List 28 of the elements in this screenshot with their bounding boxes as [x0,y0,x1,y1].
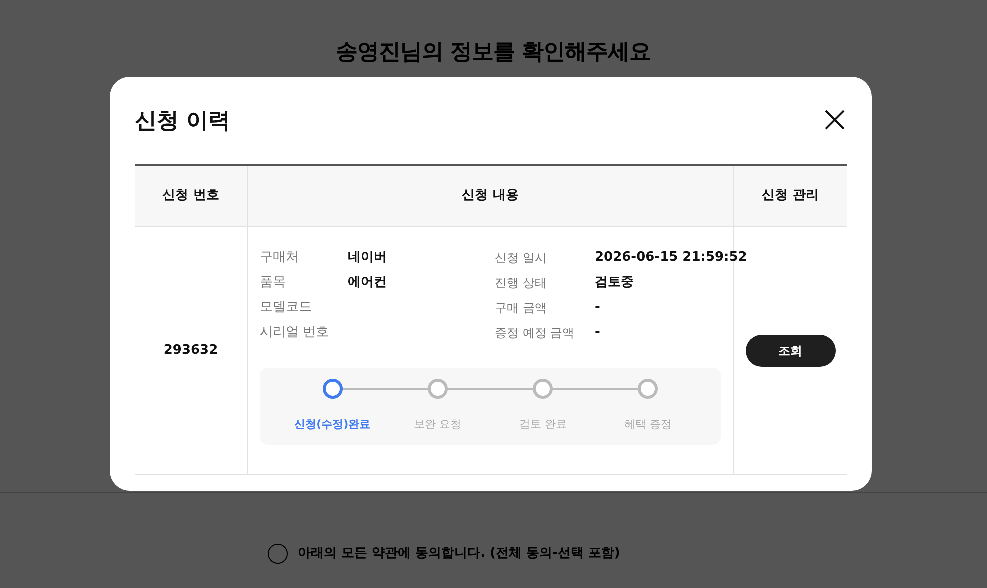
field-label: 시리얼 번호 [260,324,330,342]
step-label: 보완 요청 [414,417,462,433]
checkbox[interactable] [268,544,288,564]
column-header: 신청 내용 [462,187,519,206]
close-icon[interactable] [825,110,845,130]
modal-title: 신청 이력 [135,108,231,136]
view-button[interactable]: 조회 [746,334,836,366]
step-label: 검토 완료 [519,417,567,433]
field-label: 구매처 [260,249,300,268]
step-label: 신청(수정)완료 [294,417,371,433]
field-label: 신청 일시 [495,250,548,267]
field-value: 네이버 [348,249,387,268]
field-label: 진행 상태 [495,275,548,292]
field-label: 모델코드 [260,299,313,318]
field-value: 에어컨 [348,274,387,292]
field-value: 2026-06-15 21:59:52 [595,249,748,268]
field-label: 증정 예정 금액 [495,325,576,342]
agreement-label: 아래의 모든 약관에 동의합니다. (전체 동의-선택 포함) [298,545,620,564]
column-header: 신청 번호 [162,187,220,206]
application-number: 293632 [164,342,218,360]
step-label: 혜택 증정 [624,417,672,433]
page-title: 송영진님의 정보를 확인해주세요 [336,39,651,67]
field-label: 구매 금액 [495,300,548,317]
column-header: 신청 관리 [762,187,819,206]
field-value: - [595,299,600,318]
field-label: 품목 [260,274,287,292]
field-value: - [595,324,600,342]
field-value: 검토중 [595,274,634,292]
